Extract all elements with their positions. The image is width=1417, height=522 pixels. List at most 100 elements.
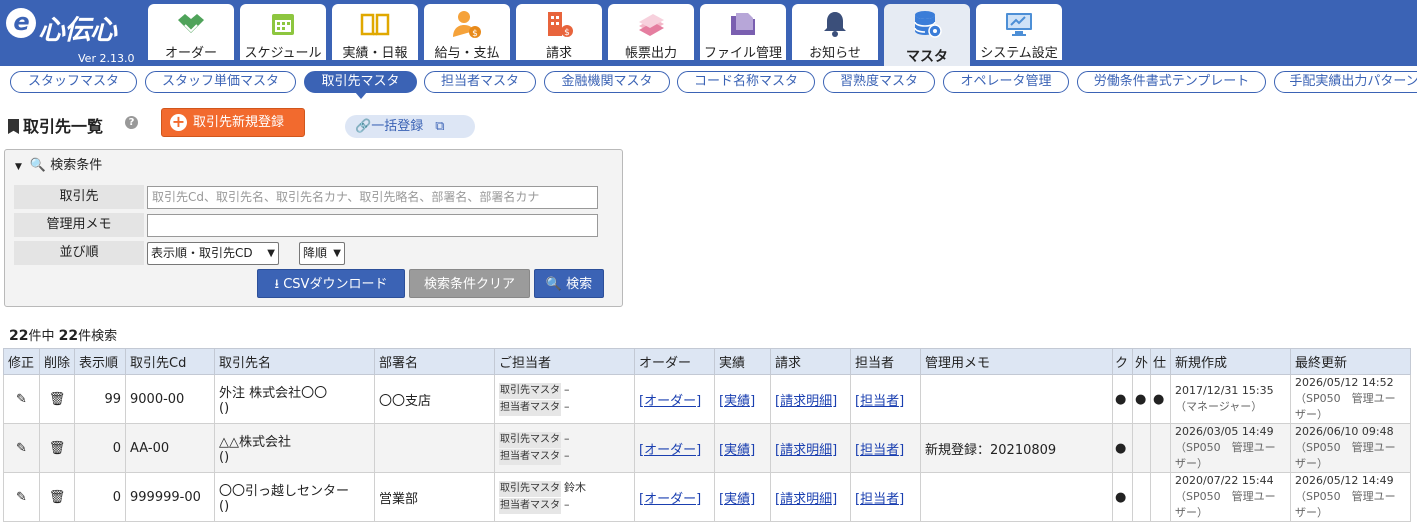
code-cell: 9000-00 xyxy=(125,374,216,424)
nav-tab-notices[interactable]: お知らせ xyxy=(792,4,878,61)
nav-tab-master[interactable]: マスタ xyxy=(884,4,970,66)
results-link[interactable]: [実績] xyxy=(719,492,755,507)
nav-tab-label: マスタ xyxy=(906,49,948,65)
subnav-staff-master[interactable]: スタッフマスタ xyxy=(10,71,137,93)
order-link-cell: [オーダー] xyxy=(634,423,716,473)
monitor-settings-icon xyxy=(1006,13,1032,36)
search-panel: ▼ 🔍 検索条件 取引先 取引先Cd、取引先名、取引先名カナ、取引先略名、部署名、… xyxy=(4,149,623,307)
bulk-register-button[interactable]: 🔗一括登録 ⧉ xyxy=(345,115,475,138)
updated-cell: 2026/06/10 09:48 （SP050 管理ユーザー） xyxy=(1290,423,1412,473)
nav-tab-system-settings[interactable]: システム設定 xyxy=(976,4,1062,61)
edit-cell: ✎ xyxy=(3,374,40,424)
k-cell: ● xyxy=(1112,423,1134,473)
s-cell: ● xyxy=(1150,374,1172,424)
billing-link-cell: [請求明細] xyxy=(770,472,852,522)
book-icon xyxy=(360,13,390,36)
search-panel-toggle[interactable]: ▼ 🔍 検索条件 xyxy=(15,154,102,173)
billing-detail-link[interactable]: [請求明細] xyxy=(775,394,837,409)
order-cell: 99 xyxy=(74,374,127,424)
client-search-input[interactable]: 取引先Cd、取引先名、取引先名カナ、取引先略名、部署名、部署名カナ xyxy=(147,186,598,209)
subnav-code-name-master[interactable]: コード名称マスタ xyxy=(677,71,815,93)
app-logo[interactable]: e 心伝心 Ver 2.13.0 xyxy=(4,4,144,66)
external-link-icon: ⧉ xyxy=(435,119,445,134)
order-select[interactable]: 降順 ▼ xyxy=(299,242,345,265)
dept-cell xyxy=(374,423,496,473)
nav-tab-payroll[interactable]: $ 給与・支払 xyxy=(424,4,510,61)
nav-tab-label: ファイル管理 xyxy=(703,46,782,61)
help-icon[interactable]: ? xyxy=(125,116,138,129)
papers-icon xyxy=(639,14,664,36)
search-icon: 🔍 xyxy=(29,158,47,173)
col-name[interactable]: 取引先名 xyxy=(214,348,376,375)
order-link[interactable]: [オーダー] xyxy=(639,492,701,507)
updated-cell: 2026/05/12 14:49 （SP050 管理ユーザー） xyxy=(1290,472,1412,522)
col-dept[interactable]: 部署名 xyxy=(374,348,496,375)
nav-tab-files[interactable]: ファイル管理 xyxy=(700,4,786,61)
table-header-row: 修正 削除 表示順 取引先Cd 取引先名 部署名 ご担当者 オーダー 実績 請求… xyxy=(3,348,1412,375)
results-link[interactable]: [実績] xyxy=(719,394,755,409)
search-button[interactable]: 🔍 検索 xyxy=(534,269,604,298)
memo-cell xyxy=(920,472,1114,522)
subnav-labor-template[interactable]: 労働条件書式テンプレート xyxy=(1077,71,1266,93)
nav-tab-label: お知らせ xyxy=(809,46,861,61)
subnav-skill-master[interactable]: 習熟度マスタ xyxy=(823,71,935,93)
col-s: 仕 xyxy=(1150,348,1172,375)
subnav-operator-management[interactable]: オペレータ管理 xyxy=(943,71,1069,93)
staff-link[interactable]: [担当者] xyxy=(855,492,904,507)
billing-detail-link[interactable]: [請求明細] xyxy=(775,492,837,507)
trash-icon[interactable]: 🗑 xyxy=(49,392,66,407)
nav-tab-label: 帳票出力 xyxy=(624,46,677,61)
subnav-contact-master[interactable]: 担当者マスタ xyxy=(424,71,536,93)
contact-cell: 取引先マスタ – 担当者マスタ – xyxy=(494,423,636,473)
edit-cell: ✎ xyxy=(3,472,40,522)
order-cell: 0 xyxy=(74,423,127,473)
subnav-staff-rate-master[interactable]: スタッフ単価マスタ xyxy=(145,71,296,93)
subnav-client-master[interactable]: 取引先マスタ xyxy=(304,71,417,99)
trash-icon[interactable]: 🗑 xyxy=(49,441,66,456)
col-created[interactable]: 新規作成 xyxy=(1170,348,1292,375)
created-cell: 2026/03/05 14:49 （SP050 管理ユーザー） xyxy=(1170,423,1292,473)
page-title: 取引先一覧 xyxy=(8,113,103,137)
staff-link[interactable]: [担当者] xyxy=(855,394,904,409)
nav-tab-order[interactable]: オーダー xyxy=(148,4,234,61)
delete-cell: 🗑 xyxy=(38,374,76,424)
order-link-cell: [オーダー] xyxy=(634,374,716,424)
csv-download-button[interactable]: ⭳ CSVダウンロード xyxy=(257,269,405,298)
name-cell: △△株式会社() xyxy=(214,423,376,473)
clear-search-button[interactable]: 検索条件クリア xyxy=(409,269,530,298)
nav-tab-billing[interactable]: $ 請求 xyxy=(516,4,602,61)
edit-icon[interactable]: ✎ xyxy=(16,441,27,456)
nav-tab-schedule[interactable]: スケジュール xyxy=(240,4,326,61)
results-link[interactable]: [実績] xyxy=(719,443,755,458)
subnav-bank-master[interactable]: 金融機関マスタ xyxy=(544,71,670,93)
billing-link-cell: [請求明細] xyxy=(770,374,852,424)
edit-icon[interactable]: ✎ xyxy=(16,490,27,505)
memo-cell: 新規登録：20210809 xyxy=(920,423,1114,473)
created-cell: 2020/07/22 15:44 （SP050 管理ユーザー） xyxy=(1170,472,1292,522)
col-updated[interactable]: 最終更新 xyxy=(1290,348,1412,375)
created-cell: 2017/12/31 15:35 （マネージャー） xyxy=(1170,374,1292,424)
col-results: 実績 xyxy=(714,348,772,375)
new-client-button[interactable]: + 取引先新規登録 xyxy=(161,108,305,137)
subnav-arrangement-pattern[interactable]: 手配実績出力パターン xyxy=(1274,71,1417,93)
updated-cell: 2026/05/12 14:52 （SP050 管理ユーザー） xyxy=(1290,374,1412,424)
table-row: ✎ 🗑 99 9000-00 外注 株式会社〇〇() 〇〇支店 取引先マスタ – 担… xyxy=(3,374,1412,424)
col-code[interactable]: 取引先Cd xyxy=(125,348,216,375)
col-delete: 削除 xyxy=(38,348,76,375)
trash-icon[interactable]: 🗑 xyxy=(49,490,66,505)
order-link[interactable]: [オーダー] xyxy=(639,394,701,409)
order-link[interactable]: [オーダー] xyxy=(639,443,701,458)
col-order[interactable]: 表示順 xyxy=(74,348,127,375)
billing-detail-link[interactable]: [請求明細] xyxy=(775,443,837,458)
nav-tab-results[interactable]: 実績・日報 xyxy=(332,4,418,61)
billing-link-cell: [請求明細] xyxy=(770,423,852,473)
memo-search-input[interactable] xyxy=(147,214,598,237)
g-cell xyxy=(1132,472,1152,522)
edit-icon[interactable]: ✎ xyxy=(16,392,27,407)
nav-tab-reports[interactable]: 帳票出力 xyxy=(608,4,694,61)
dept-cell: 〇〇支店 xyxy=(374,374,496,424)
staff-link[interactable]: [担当者] xyxy=(855,443,904,458)
bell-icon xyxy=(824,12,846,37)
handshake-icon xyxy=(178,14,204,33)
sort-select[interactable]: 表示順・取引先CD ▼ xyxy=(147,242,279,265)
